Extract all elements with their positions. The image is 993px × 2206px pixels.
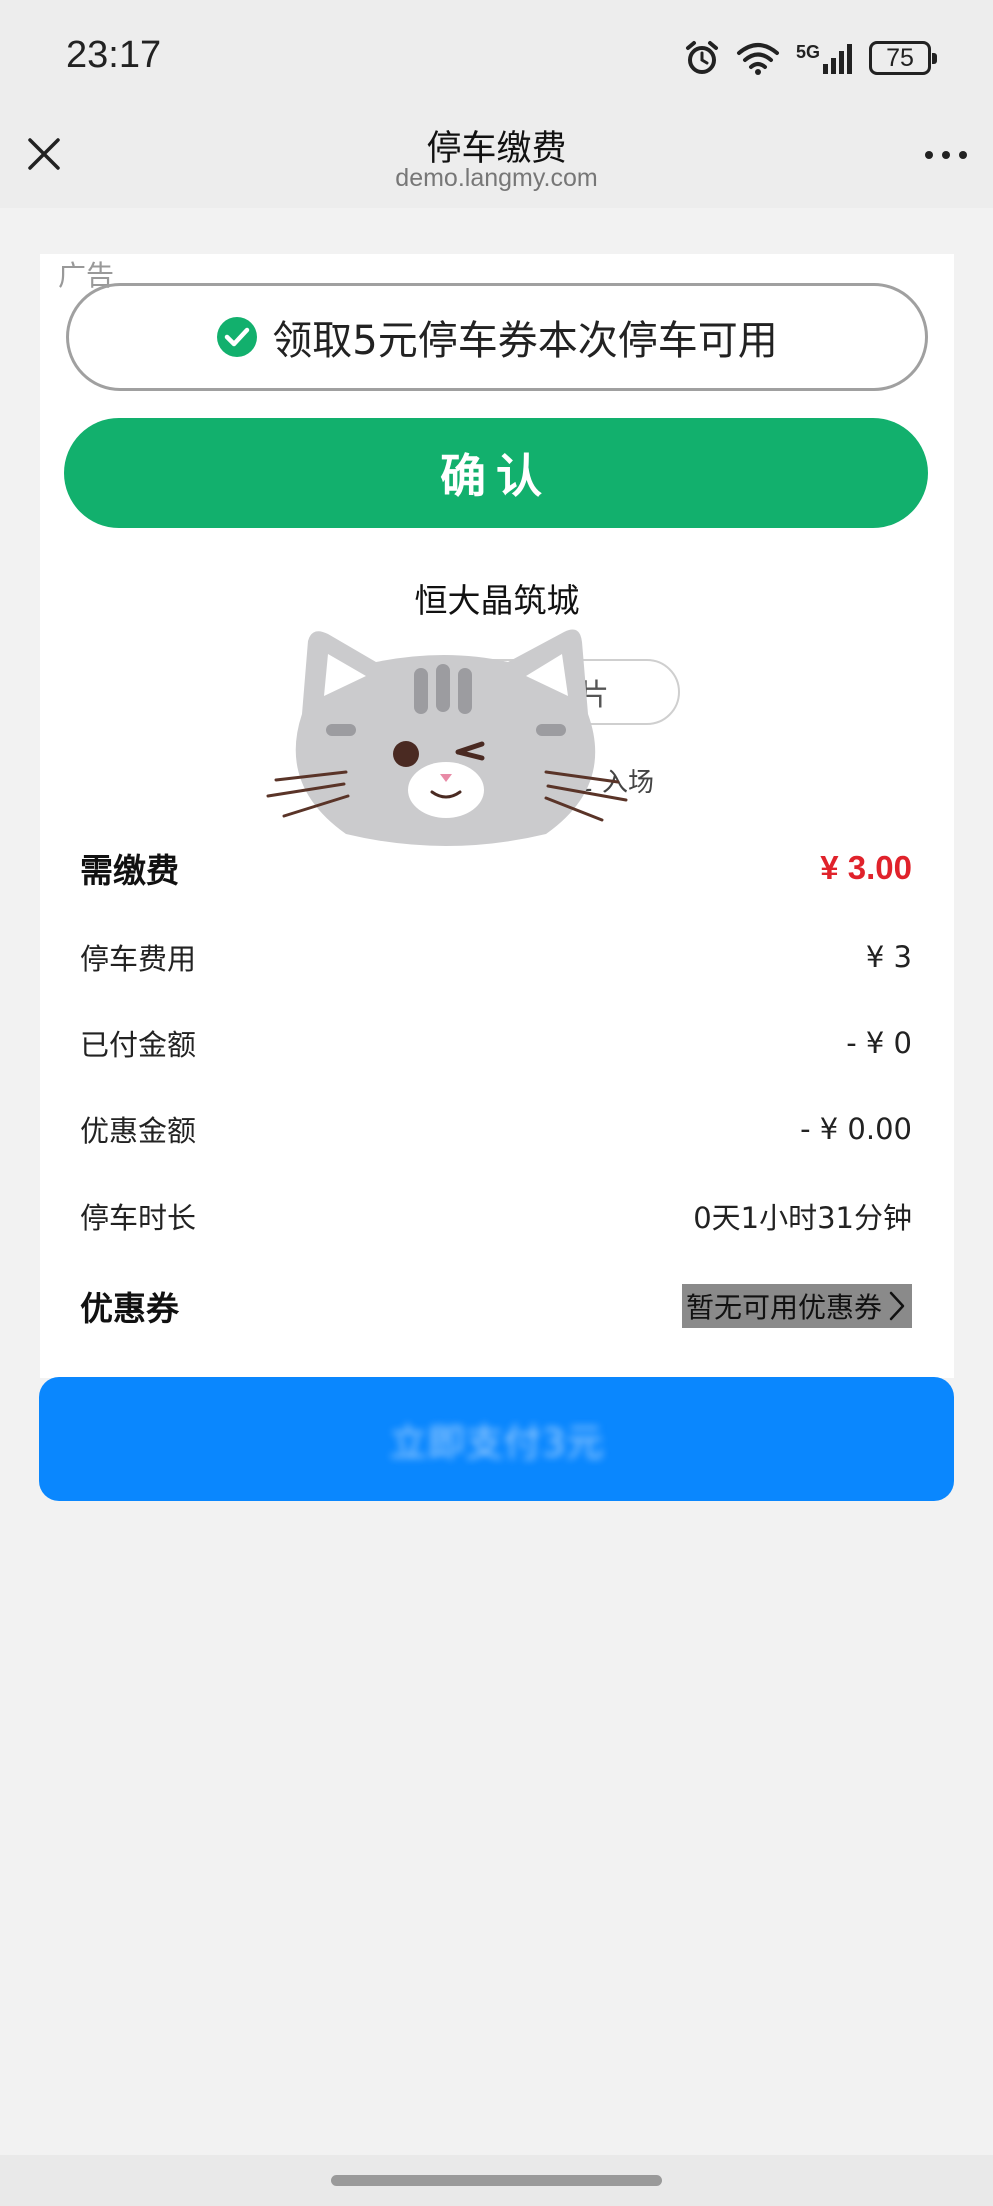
check-circle-icon bbox=[217, 317, 258, 357]
cat-sticker-image bbox=[266, 629, 628, 846]
coupon-label: 优惠券 bbox=[80, 1289, 179, 1328]
title-bar: 停车缴费 demo.langmy.com bbox=[0, 120, 993, 208]
pay-now-label: 立即支付3元 bbox=[389, 1420, 604, 1465]
parking-fee-value: ¥ 3 bbox=[865, 940, 912, 974]
coupon-row: 优惠券 暂无可用优惠券 bbox=[80, 1279, 912, 1333]
alarm-icon bbox=[685, 41, 718, 74]
battery-icon: 75 bbox=[869, 41, 937, 75]
status-bar: 23:17 5G 75 bbox=[0, 0, 993, 120]
battery-level: 75 bbox=[886, 43, 914, 72]
network-type-icon: 5G bbox=[796, 42, 853, 74]
status-icons: 5G 75 bbox=[684, 36, 937, 80]
paid-amount-row: 已付金额 - ¥ 0 bbox=[80, 1018, 912, 1068]
paid-amount-label: 已付金额 bbox=[80, 1028, 197, 1062]
signal-icon bbox=[823, 44, 852, 74]
amount-due-value: ¥ 3.00 bbox=[820, 849, 912, 886]
coupon-selector-value: 暂无可用优惠券 bbox=[685, 1291, 882, 1324]
parking-fee-label: 停车费用 bbox=[80, 942, 197, 976]
amount-due-row: 需缴费 ¥ 3.00 bbox=[80, 842, 912, 894]
more-icon[interactable] bbox=[923, 140, 969, 170]
parking-duration-label: 停车时长 bbox=[80, 1201, 197, 1235]
claim-coupon-text: 领取5元停车券本次停车可用 bbox=[272, 318, 778, 364]
page-domain: demo.langmy.com bbox=[395, 164, 598, 192]
discount-amount-value: - ¥ 0.00 bbox=[800, 1112, 912, 1146]
discount-amount-label: 优惠金额 bbox=[80, 1114, 197, 1148]
pay-now-button[interactable]: 立即支付3元 bbox=[39, 1377, 954, 1501]
parking-duration-value: 0天1小时31分钟 bbox=[693, 1201, 912, 1235]
chevron-right-icon bbox=[889, 1291, 905, 1321]
claim-coupon-banner[interactable]: 领取5元停车券本次停车可用 bbox=[66, 283, 928, 391]
amount-due-label: 需缴费 bbox=[80, 851, 179, 890]
wifi-icon bbox=[736, 43, 779, 75]
network-type-label: 5G bbox=[795, 42, 820, 62]
parking-fee-row: 停车费用 ¥ 3 bbox=[80, 932, 912, 982]
home-indicator[interactable] bbox=[331, 2175, 662, 2186]
confirm-button[interactable]: 确认 bbox=[64, 418, 928, 528]
parking-duration-row: 停车时长 0天1小时31分钟 bbox=[80, 1191, 912, 1241]
discount-amount-row: 优惠金额 - ¥ 0.00 bbox=[80, 1104, 912, 1154]
payment-card: 广告 领取5元停车券本次停车可用 确认 恒大晶筑城 看图片 2 入场 需缴费 ¥… bbox=[40, 254, 954, 1378]
coupon-selector[interactable]: 暂无可用优惠券 bbox=[681, 1284, 912, 1328]
paid-amount-value: - ¥ 0 bbox=[846, 1026, 912, 1060]
status-time: 23:17 bbox=[66, 34, 162, 76]
